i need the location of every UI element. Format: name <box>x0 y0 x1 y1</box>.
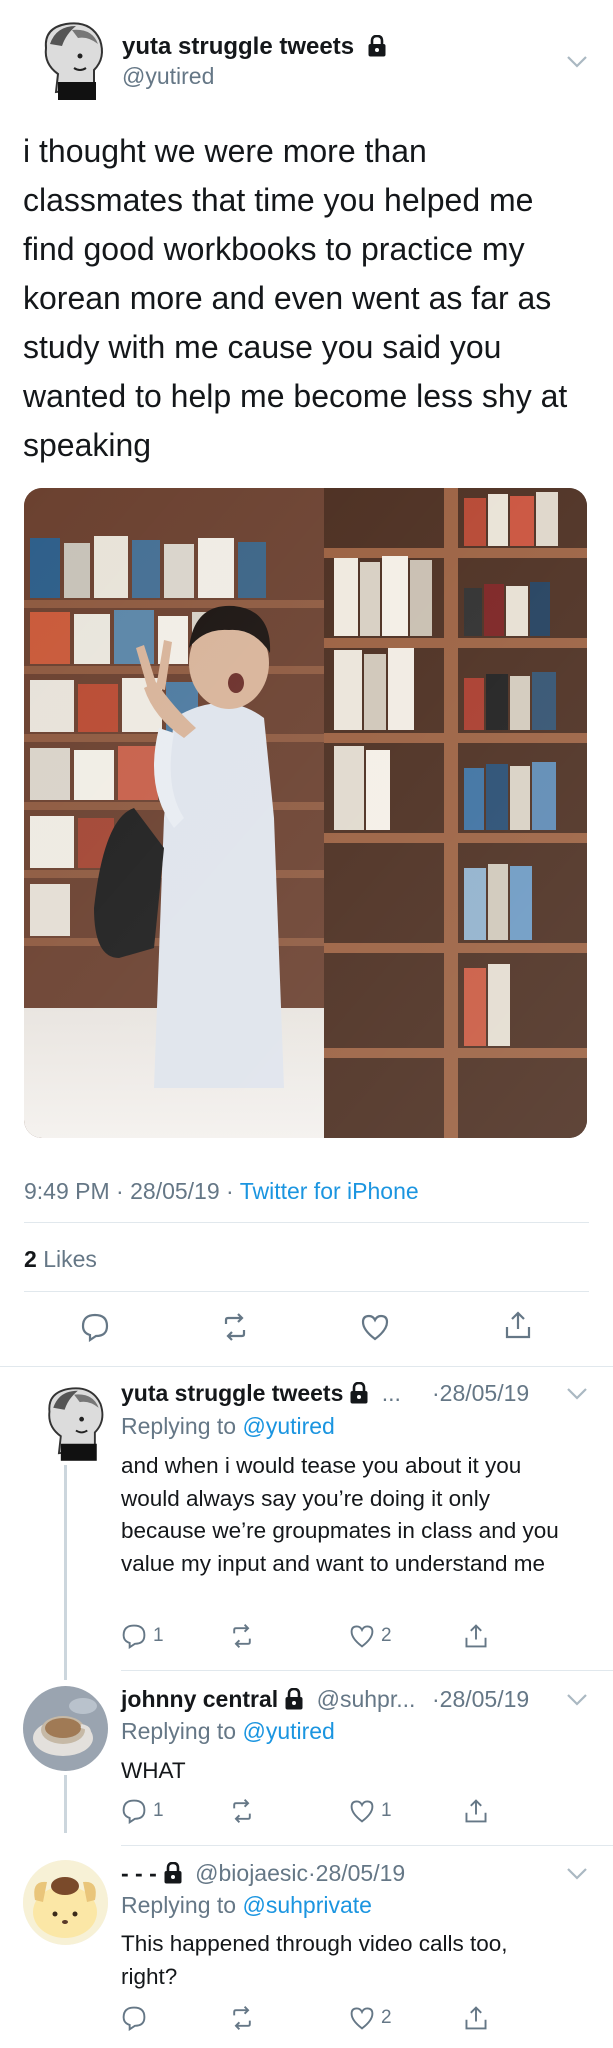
reply-button[interactable]: 1 <box>121 1623 164 1649</box>
reply-text: This happened through video calls too, r… <box>121 1931 508 1989</box>
share-icon <box>465 1799 487 1823</box>
chevron-down-icon[interactable] <box>566 1867 588 1881</box>
reply-icon[interactable] <box>80 1312 110 1343</box>
lock-icon <box>367 34 387 57</box>
divider <box>121 1670 613 1671</box>
heart-icon <box>350 2007 374 2030</box>
meta-separator: · <box>116 1178 124 1204</box>
replying-to: Replying to @suhprivate <box>121 1892 372 1919</box>
replying-prefix: Replying to <box>121 1718 237 1744</box>
replying-mention-link[interactable]: @suhprivate <box>242 1892 371 1918</box>
reply-handle: @biojaesic <box>195 1860 308 1886</box>
share-button[interactable] <box>463 2005 489 2031</box>
main-display-name[interactable]: yuta struggle tweets <box>122 33 387 61</box>
reply-button[interactable] <box>121 2005 147 2031</box>
reply-display-name: - - - <box>121 1860 157 1886</box>
lock-icon <box>284 1687 304 1710</box>
likes-count[interactable]: 2 Likes <box>24 1246 97 1273</box>
like-button[interactable]: 2 <box>349 2005 392 2031</box>
share-icon <box>465 1624 487 1648</box>
tweet-photo[interactable] <box>24 488 587 1138</box>
reply-actions: 1 2 <box>121 1623 581 1653</box>
like-button[interactable]: 1 <box>349 1798 392 1824</box>
reply-handle: @suhpr... <box>316 1686 416 1712</box>
replying-to: Replying to @yutired <box>121 1718 335 1745</box>
tweet-meta: 9:49 PM · 28/05/19 · Twitter for iPhone <box>24 1178 419 1205</box>
reply-actions: 1 1 <box>121 1798 581 1828</box>
reply-icon <box>122 2006 146 2031</box>
reply-avatar[interactable] <box>40 1383 110 1461</box>
retweet-button[interactable] <box>229 2005 255 2031</box>
tweet-time: 9:49 PM <box>24 1178 110 1204</box>
divider <box>121 1845 613 1846</box>
replying-mention-link[interactable]: @yutired <box>242 1718 334 1744</box>
share-icon <box>465 2006 487 2030</box>
replying-prefix: Replying to <box>121 1892 237 1918</box>
share-icon[interactable] <box>503 1310 533 1340</box>
reply-button[interactable]: 1 <box>121 1798 164 1824</box>
reply-display-name: yuta struggle tweets <box>121 1380 344 1406</box>
divider <box>24 1222 589 1223</box>
reply-actions: 2 <box>121 2005 581 2035</box>
thread-line <box>64 1775 67 1833</box>
main-avatar[interactable] <box>36 18 110 100</box>
reply-date: ·28/05/19 <box>432 1380 530 1406</box>
retweet-icon <box>233 1799 251 1823</box>
reply-display-name: johnny central <box>121 1686 279 1712</box>
reply-date: ·28/05/19 <box>308 1860 406 1886</box>
retweet-icon[interactable] <box>220 1312 250 1342</box>
heart-icon <box>350 1625 374 1648</box>
main-tweet-text: i thought we were more than classmates t… <box>23 133 568 463</box>
reply-count: 1 <box>153 1800 164 1821</box>
replying-prefix: Replying to <box>121 1413 237 1439</box>
reply-handle: ... <box>381 1380 401 1406</box>
main-handle[interactable]: @yutired <box>122 63 214 90</box>
reply-icon <box>122 1799 146 1824</box>
reply-text: and when i would tease you about it you … <box>121 1453 559 1576</box>
reply-header[interactable]: johnny central @suhpr... <box>121 1686 415 1713</box>
reply-date: ·28/05/19 <box>432 1686 530 1712</box>
heart-icon[interactable] <box>360 1312 390 1342</box>
meta-separator: · <box>226 1178 234 1204</box>
retweet-icon <box>233 2006 251 2030</box>
tweet-date: 28/05/19 <box>130 1178 220 1204</box>
reply-avatar[interactable] <box>23 1686 108 1771</box>
reply-count: 1 <box>153 1625 164 1646</box>
divider <box>24 1291 589 1292</box>
reply-icon <box>122 1624 146 1649</box>
thread-line <box>64 1465 67 1680</box>
chevron-down-icon[interactable] <box>566 1387 588 1401</box>
like-count: 1 <box>381 1800 392 1821</box>
share-button[interactable] <box>463 1798 489 1824</box>
like-button[interactable]: 2 <box>349 1623 392 1649</box>
lock-icon <box>349 1381 369 1404</box>
share-button[interactable] <box>463 1623 489 1649</box>
likes-number: 2 <box>24 1246 37 1272</box>
lock-icon <box>163 1861 183 1884</box>
retweet-icon <box>233 1624 251 1648</box>
heart-icon <box>350 1800 374 1823</box>
replying-to: Replying to @yutired <box>121 1413 335 1440</box>
divider <box>0 1366 613 1367</box>
like-count: 2 <box>381 1625 392 1646</box>
chevron-down-icon[interactable] <box>566 55 588 69</box>
reply-header[interactable]: yuta struggle tweets ... <box>121 1380 401 1407</box>
replying-mention-link[interactable]: @yutired <box>242 1413 334 1439</box>
reply-text: WHAT <box>121 1758 186 1783</box>
likes-label: Likes <box>43 1246 97 1272</box>
like-count: 2 <box>381 2007 392 2028</box>
reply-avatar[interactable] <box>23 1860 108 1945</box>
chevron-down-icon[interactable] <box>566 1693 588 1707</box>
reply-header[interactable]: - - - @biojaesic·28/05/19 <box>121 1860 405 1887</box>
retweet-button[interactable] <box>229 1623 255 1649</box>
retweet-button[interactable] <box>229 1798 255 1824</box>
display-name-text: yuta struggle tweets <box>122 33 355 60</box>
tweet-source-link[interactable]: Twitter for iPhone <box>240 1178 419 1204</box>
